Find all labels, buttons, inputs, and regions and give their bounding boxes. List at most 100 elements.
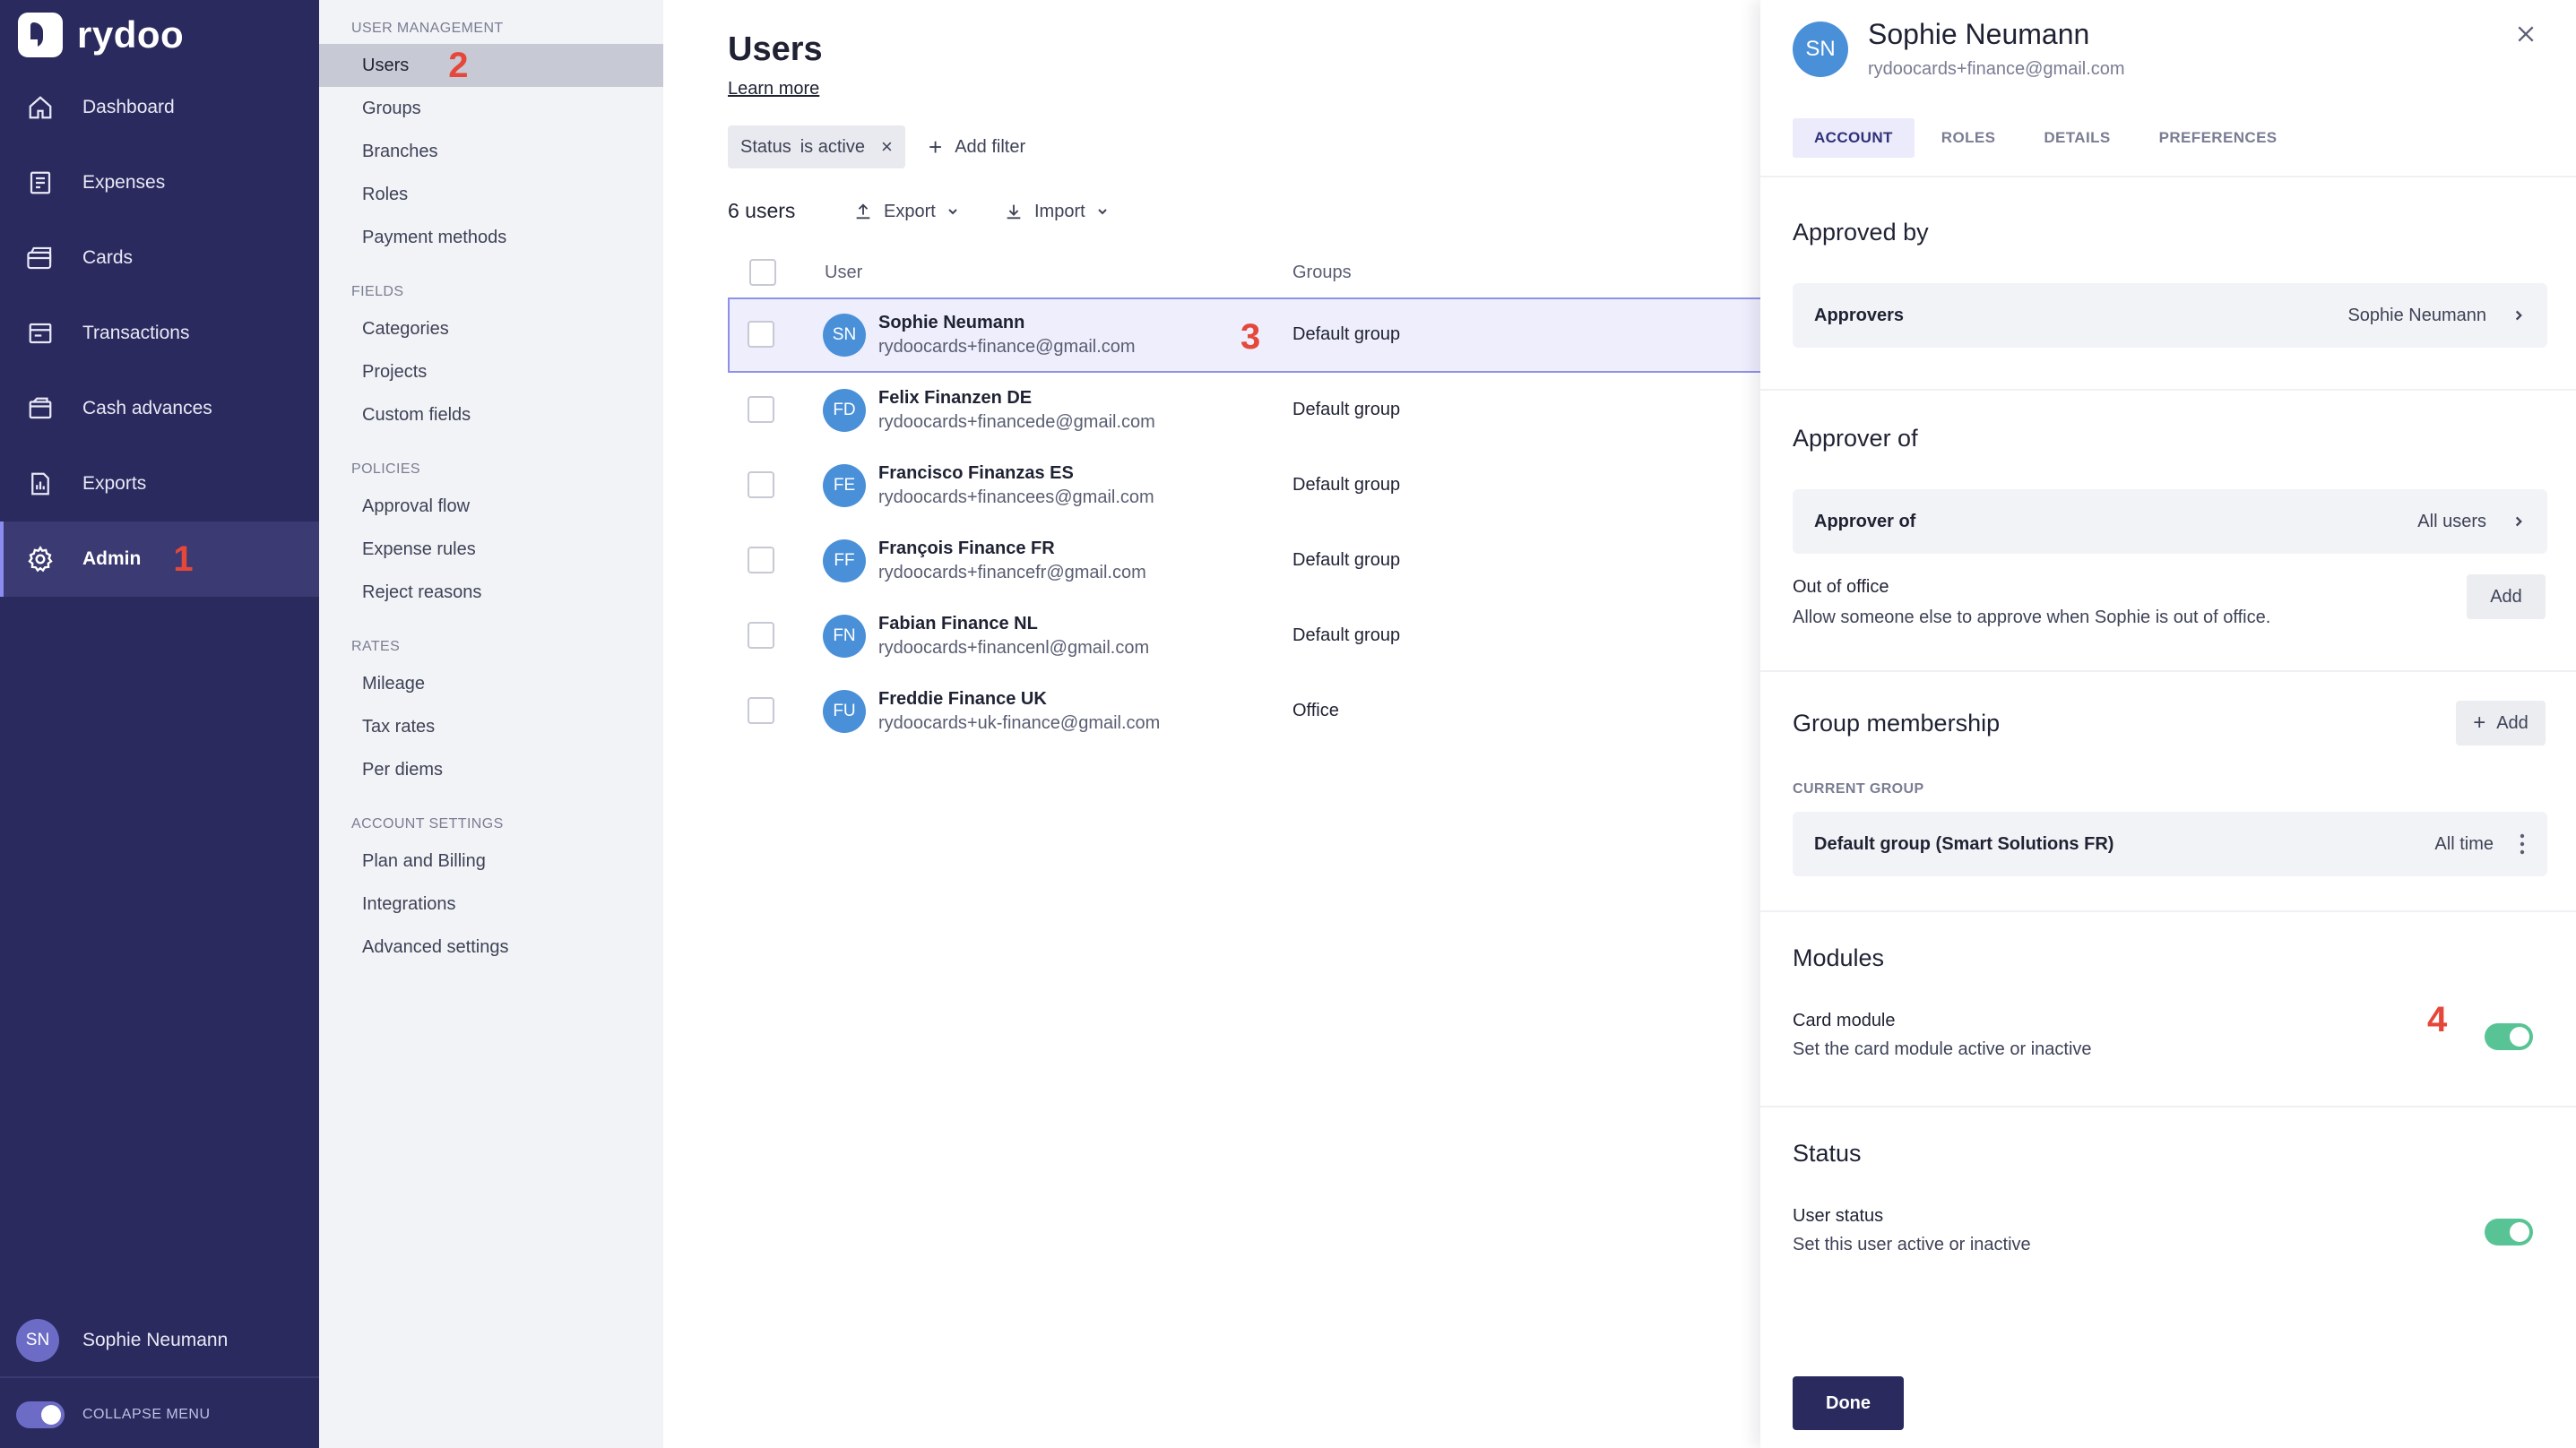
add-out-of-office-button[interactable]: Add [2467, 574, 2546, 619]
subnav-item-categories[interactable]: Categories [319, 307, 663, 350]
nav-item-transactions[interactable]: Transactions [0, 296, 319, 371]
avatar: FD [823, 389, 866, 432]
tab-details[interactable]: DETAILS [2022, 118, 2131, 158]
user-status-desc: Set this user active or inactive [1793, 1235, 2031, 1254]
upload-icon [856, 203, 870, 220]
subnav-item-advanced-settings[interactable]: Advanced settings [319, 926, 663, 969]
table-row[interactable]: FF François Finance FR rydoocards+financ… [728, 523, 1760, 599]
current-group-period: All time [2434, 833, 2494, 854]
nav-label: Cash advances [82, 398, 212, 418]
nav-item-expenses[interactable]: Expenses [0, 145, 319, 220]
subnav-item-integrations[interactable]: Integrations [319, 883, 663, 926]
main-sidebar: rydoo Dashboard Expenses Cards Transacti… [0, 0, 319, 1448]
status-filter-chip[interactable]: Status is active × [728, 125, 905, 168]
row-checkbox[interactable] [748, 547, 774, 573]
done-button[interactable]: Done [1793, 1376, 1904, 1430]
row-checkbox[interactable] [748, 396, 774, 423]
current-group-row[interactable]: Default group (Smart Solutions FR) All t… [1793, 812, 2547, 876]
table-row[interactable]: FN Fabian Finance NL rydoocards+financen… [728, 599, 1760, 674]
tab-preferences[interactable]: PREFERENCES [2138, 118, 2299, 158]
group-membership-title: Group membership [1793, 710, 2001, 737]
panel-divider [1760, 910, 2576, 912]
add-group-button[interactable]: + Add [2456, 701, 2546, 746]
column-header-user[interactable]: User [825, 263, 862, 283]
row-checkbox[interactable] [748, 697, 774, 724]
column-header-groups[interactable]: Groups [1292, 263, 1352, 283]
toggle-switch[interactable] [16, 1401, 65, 1428]
approver-of-value: All users [2417, 511, 2486, 531]
add-filter-button[interactable]: + Add filter [929, 125, 1025, 168]
panel-user-name: Sophie Neumann [1868, 18, 2090, 50]
chevron-down-icon [1097, 209, 1107, 215]
more-vertical-icon[interactable] [2519, 832, 2526, 856]
subnav-item-expense-rules[interactable]: Expense rules [319, 528, 663, 571]
card-module-toggle[interactable] [2485, 1023, 2533, 1050]
export-button[interactable]: Export [853, 195, 970, 228]
subnav-item-branches[interactable]: Branches [319, 130, 663, 173]
main-nav: Dashboard Expenses Cards Transactions Ca… [0, 70, 319, 597]
rydoo-logo[interactable]: rydoo [18, 13, 184, 57]
current-user[interactable]: SN Sophie Neumann [16, 1319, 228, 1362]
nav-item-cash-advances[interactable]: Cash advances [0, 371, 319, 446]
user-group: Office [1292, 701, 1339, 720]
chevron-right-icon [2515, 516, 2522, 527]
row-checkbox[interactable] [748, 471, 774, 498]
nav-label: Admin [82, 548, 142, 569]
collapse-menu-toggle[interactable]: COLLAPSE MENU [16, 1401, 211, 1428]
table-row[interactable]: SN Sophie Neumann rydoocards+finance@gma… [728, 297, 1760, 373]
approver-of-label: Approver of [1814, 511, 1916, 531]
users-table: SN Sophie Neumann rydoocards+finance@gma… [728, 297, 1760, 749]
subnav-item-projects[interactable]: Projects [319, 350, 663, 393]
subnav-section-title: ACCOUNT SETTINGS [351, 816, 504, 832]
nav-item-cards[interactable]: Cards [0, 220, 319, 296]
table-row[interactable]: FU Freddie Finance UK rydoocards+uk-fina… [728, 674, 1760, 749]
user-name: Francisco Finanzas ES [878, 463, 1074, 483]
out-of-office-title: Out of office [1793, 577, 1889, 597]
table-row[interactable]: FD Felix Finanzen DE rydoocards+financed… [728, 373, 1760, 448]
avatar: SN [1793, 22, 1848, 77]
subnav-section-title: USER MANAGEMENT [351, 21, 504, 36]
row-checkbox[interactable] [748, 622, 774, 649]
subnav-item-payment-methods[interactable]: Payment methods [319, 216, 663, 259]
users-page: Users Learn more Status is active × + Ad… [663, 0, 1760, 1448]
subnav-item-groups[interactable]: Groups [319, 87, 663, 130]
subnav-item-mileage[interactable]: Mileage [319, 662, 663, 705]
rydoo-logo-icon [18, 13, 63, 57]
nav-item-dashboard[interactable]: Dashboard [0, 70, 319, 145]
status-title: Status [1793, 1140, 1862, 1167]
subnav-item-approval-flow[interactable]: Approval flow [319, 485, 663, 528]
close-icon[interactable] [2511, 20, 2540, 48]
avatar: FN [823, 615, 866, 658]
user-email: rydoocards+uk-finance@gmail.com [878, 713, 1161, 733]
row-checkbox[interactable] [748, 321, 774, 348]
learn-more-link[interactable]: Learn more [728, 79, 819, 99]
subnav-item-reject-reasons[interactable]: Reject reasons [319, 571, 663, 614]
table-row[interactable]: FE Francisco Finanzas ES rydoocards+fina… [728, 448, 1760, 523]
user-detail-panel: SN Sophie Neumann rydoocards+finance@gma… [1760, 0, 2576, 1448]
approvers-value: Sophie Neumann [2347, 305, 2486, 325]
user-status-toggle[interactable] [2485, 1219, 2533, 1245]
user-status-title: User status [1793, 1206, 1884, 1226]
plus-icon: + [2473, 711, 2486, 735]
user-name: Sophie Neumann [878, 313, 1025, 332]
approvers-row[interactable]: Approvers Sophie Neumann [1793, 283, 2547, 348]
subnav-item-tax-rates[interactable]: Tax rates [319, 705, 663, 748]
subnav-item-custom-fields[interactable]: Custom fields [319, 393, 663, 436]
subnav-item-per-diems[interactable]: Per diems [319, 748, 663, 791]
remove-filter-icon[interactable]: × [881, 135, 893, 159]
approved-by-title: Approved by [1793, 219, 1929, 246]
approvers-label: Approvers [1814, 305, 1905, 325]
tab-account[interactable]: ACCOUNT [1793, 118, 1915, 158]
subnav-item-roles[interactable]: Roles [319, 173, 663, 216]
select-all-checkbox[interactable] [749, 259, 776, 286]
approver-of-row[interactable]: Approver of All users [1793, 489, 2547, 554]
nav-item-admin[interactable]: Admin 1 [0, 521, 319, 597]
card-module-title: Card module [1793, 1011, 1896, 1030]
subnav-item-plan-and-billing[interactable]: Plan and Billing [319, 840, 663, 883]
wallet-icon [25, 393, 56, 424]
tab-roles[interactable]: ROLES [1920, 118, 2018, 158]
subnav-item-users[interactable]: Users 2 [319, 44, 663, 87]
nav-item-exports[interactable]: Exports [0, 446, 319, 521]
nav-label: Transactions [82, 323, 190, 343]
import-button[interactable]: Import [1004, 195, 1119, 228]
